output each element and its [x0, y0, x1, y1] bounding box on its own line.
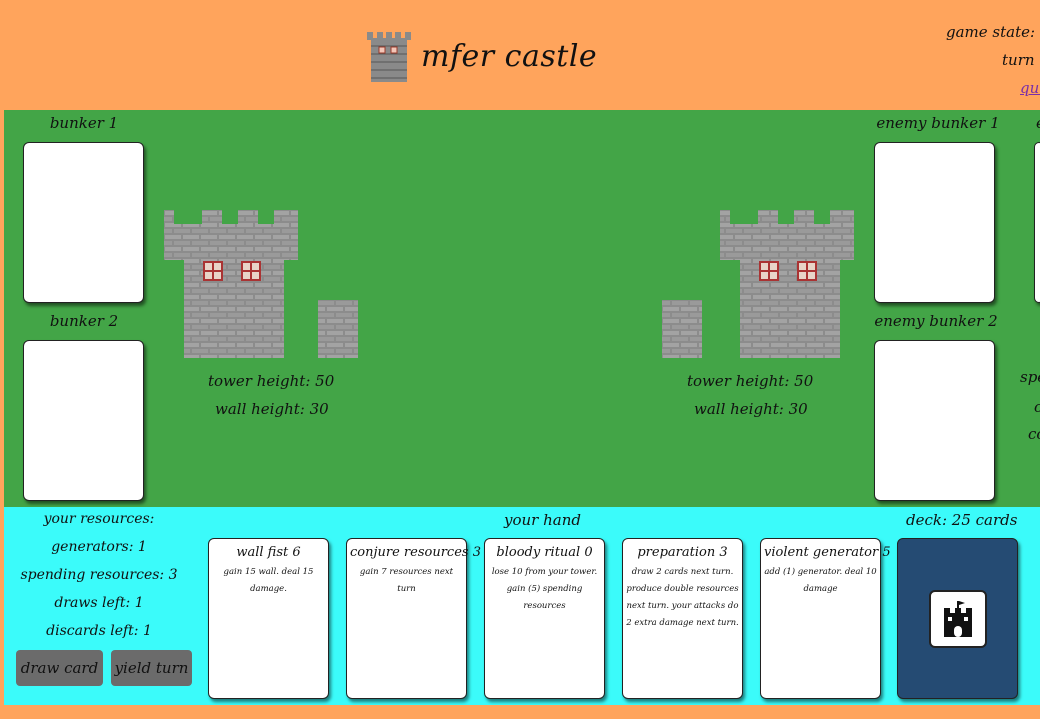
- card-title: wall fist 6: [236, 545, 301, 560]
- hand-card[interactable]: wall fist 6 gain 15 wall. deal 15 damage…: [208, 538, 329, 699]
- bunker-2-label: bunker 2: [49, 312, 119, 330]
- cut-label-spe: spe: [1020, 368, 1040, 386]
- player-wall-height: wall height: 30: [215, 400, 329, 418]
- bunker-1-slot[interactable]: [23, 142, 144, 303]
- game-status: game state: o turn : qui: [946, 18, 1040, 102]
- draws-left: draws left: 1: [54, 595, 144, 611]
- player-tower-height: tower height: 50: [208, 372, 335, 390]
- card-description: lose 10 from your tower. gain (5) spendi…: [491, 567, 598, 611]
- card-title: conjure resources 3: [350, 545, 481, 560]
- hand-card[interactable]: bloody ritual 0 lose 10 from your tower.…: [484, 538, 605, 699]
- card-description: draw 2 cards next turn. produce double r…: [626, 567, 739, 628]
- card-title: preparation 3: [637, 545, 728, 560]
- hand-heading: your hand: [504, 511, 581, 529]
- enemy-bunker-1-label: enemy bunker 1: [876, 114, 1000, 132]
- enemy-bunker-1-slot: [874, 142, 995, 303]
- header: mfer castle game state: o turn : qui: [0, 0, 1040, 110]
- hand-card[interactable]: preparation 3 draw 2 cards next turn. pr…: [622, 538, 743, 699]
- title-wrap: mfer castle: [367, 30, 597, 82]
- enemy-wall-height: wall height: 30: [694, 400, 808, 418]
- enemy-tower-height: tower height: 50: [687, 372, 814, 390]
- page-title: mfer castle: [421, 38, 598, 74]
- card-title: bloody ritual 0: [496, 545, 593, 560]
- card-description: gain 7 resources next turn: [359, 567, 454, 594]
- resources-heading: your resources:: [43, 511, 155, 527]
- discards-left: discards left: 1: [46, 623, 152, 639]
- enemy-bunker-2-slot: [874, 340, 995, 501]
- generators-count: generators: 1: [51, 539, 147, 555]
- castle-icon: [929, 590, 987, 648]
- game-board: bunker 1 bunker 2 tower height: 50 wall …: [4, 110, 1040, 507]
- cut-slot-right: [1034, 142, 1040, 303]
- cut-label-c2: co: [1028, 425, 1040, 443]
- deck-pile[interactable]: [897, 538, 1018, 699]
- player-tower-icon: [164, 210, 358, 358]
- turn-text: turn :: [1002, 51, 1040, 69]
- footer-strip: [0, 705, 1040, 719]
- hand-card[interactable]: conjure resources 3 gain 7 resources nex…: [346, 538, 481, 699]
- hand-card[interactable]: violent generator 5 add (1) generator. d…: [760, 538, 891, 699]
- draw-card-button[interactable]: draw card: [16, 650, 103, 686]
- game-state-text: game state: o: [946, 23, 1040, 41]
- bunker-2-slot[interactable]: [23, 340, 144, 501]
- card-title: violent generator 5: [764, 545, 891, 560]
- enemy-bunker-2-label: enemy bunker 2: [874, 312, 998, 330]
- card-description: gain 15 wall. deal 15 damage.: [223, 567, 314, 594]
- hand-area: your resources: generators: 1 spending r…: [4, 507, 1040, 705]
- yield-turn-button[interactable]: yield turn: [111, 650, 192, 686]
- cut-label-top: e: [1036, 114, 1040, 132]
- enemy-tower-icon: [662, 210, 854, 358]
- quit-link[interactable]: qui: [946, 74, 1040, 102]
- cut-label-c1: c: [1034, 398, 1040, 416]
- card-description: add (1) generator. deal 10 damage: [764, 567, 877, 594]
- castle-logo-icon: [367, 32, 411, 82]
- bunker-1-label: bunker 1: [49, 114, 119, 132]
- spending-resources: spending resources: 3: [20, 567, 178, 583]
- deck-count-label: deck: 25 cards: [906, 511, 1018, 529]
